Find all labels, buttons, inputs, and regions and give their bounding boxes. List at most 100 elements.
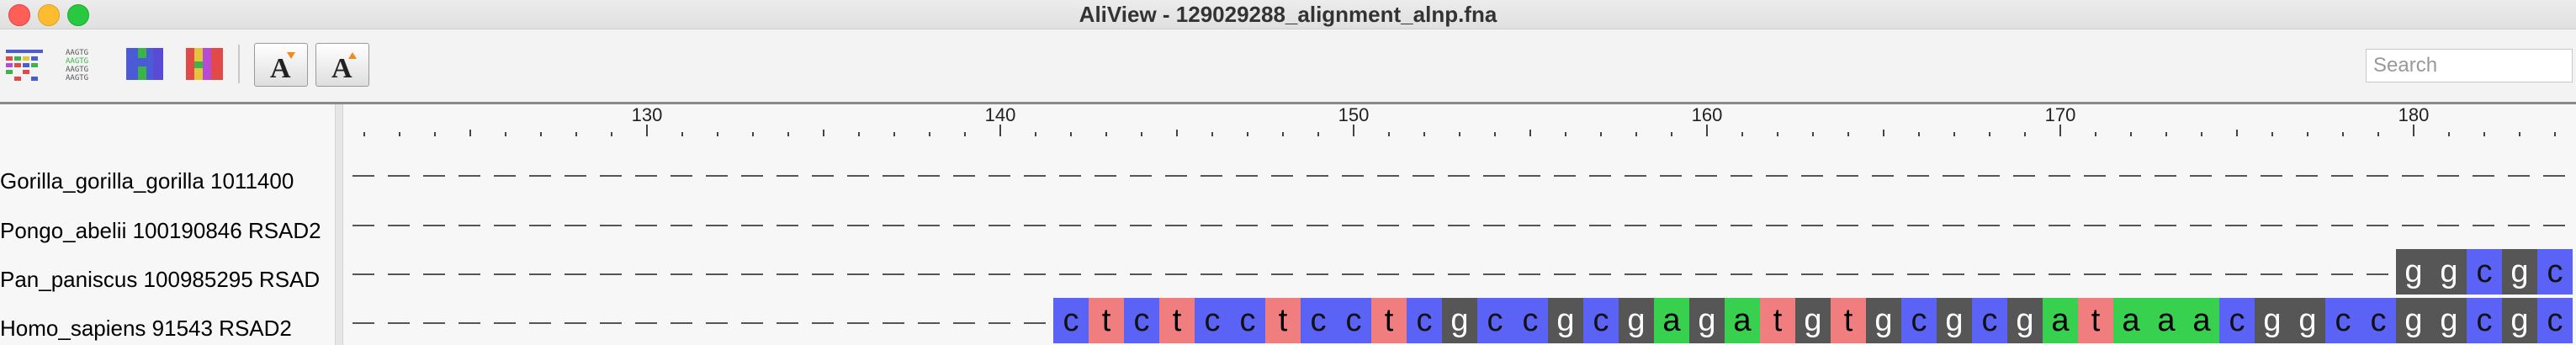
gap-dash <box>883 225 904 226</box>
residue-cell[interactable]: g <box>2290 298 2325 343</box>
residue-cell[interactable]: c <box>1336 298 1371 343</box>
residue-cell[interactable]: g <box>2431 298 2467 343</box>
ruler-tick <box>1918 132 1920 136</box>
panel-splitter[interactable] <box>335 104 343 345</box>
residue-cell[interactable]: g <box>2502 298 2537 343</box>
gap-dash <box>706 322 728 324</box>
residue-cell[interactable]: g <box>2396 298 2431 343</box>
gap-dash <box>1342 273 1364 275</box>
search-input[interactable] <box>2366 49 2573 82</box>
gap-dash <box>529 225 551 226</box>
gap-dash <box>2049 175 2070 177</box>
gap-dash <box>777 175 798 177</box>
ruler-tick <box>752 132 754 136</box>
residue-cell[interactable]: c <box>1230 298 1265 343</box>
residue-cell[interactable]: c <box>2537 249 2573 295</box>
gap-dash <box>777 225 798 226</box>
residue-cell[interactable]: c <box>2537 298 2573 343</box>
residue-cell[interactable]: g <box>1937 298 1972 343</box>
residue-cell[interactable]: c <box>1195 298 1230 343</box>
gap-dash <box>1731 175 1752 177</box>
residue-cell[interactable]: t <box>1265 298 1301 343</box>
residue-cell[interactable]: g <box>1442 298 1477 343</box>
alignment-panel[interactable]: 130 140 150 160 170 180 g g c g c c t c t c c t c c t c g c c g c g… <box>343 104 2576 345</box>
sequence-name[interactable]: Gorilla_gorilla_gorilla 1011400 <box>0 167 332 195</box>
ruler-label: 160 <box>1691 104 1723 125</box>
gap-dash <box>458 225 480 226</box>
residue-cell[interactable]: g <box>2007 298 2043 343</box>
residue-cell[interactable]: t <box>2078 298 2113 343</box>
ruler-tick <box>1035 132 1036 136</box>
residue-cell[interactable]: g <box>1548 298 1583 343</box>
gap-dash <box>2331 273 2353 275</box>
sequence-name[interactable]: Homo_sapiens 91543 RSAD2 <box>0 314 332 342</box>
residue-cell[interactable]: c <box>2219 298 2255 343</box>
gap-dash <box>1483 273 1505 275</box>
tool-translate-icon[interactable] <box>4 45 45 83</box>
tool-nucleotide-icon[interactable]: AAGTG AAGTG AAGTG AAGTG <box>64 45 104 83</box>
increase-font-button[interactable]: A <box>315 43 369 87</box>
svg-text:A: A <box>270 53 291 84</box>
gap-dash <box>812 175 834 177</box>
gap-dash <box>777 322 798 324</box>
gap-dash <box>1589 175 1611 177</box>
residue-cell[interactable]: c <box>1901 298 1937 343</box>
residue-cell[interactable]: t <box>1760 298 1795 343</box>
ruler-tick <box>823 130 824 136</box>
gap-dash <box>1978 175 2000 177</box>
residue-cell[interactable]: g <box>1619 298 1654 343</box>
ruler-tick <box>363 132 365 136</box>
ruler-label: 140 <box>984 104 1016 125</box>
residue-cell[interactable]: c <box>2361 298 2396 343</box>
residue-cell[interactable]: c <box>1301 298 1336 343</box>
gap-dash <box>989 175 1010 177</box>
residue-cell[interactable]: c <box>1513 298 1548 343</box>
residue-cell[interactable]: g <box>2502 249 2537 295</box>
residue-cell[interactable]: a <box>2043 298 2078 343</box>
gap-dash <box>918 175 940 177</box>
residue-cell[interactable]: c <box>2467 249 2502 295</box>
residue-cell[interactable]: a <box>1654 298 1689 343</box>
gap-dash <box>1589 225 1611 226</box>
residue-cell[interactable]: a <box>2113 298 2149 343</box>
residue-cell[interactable]: g <box>1795 298 1831 343</box>
gap-dash <box>2049 273 2070 275</box>
residue-cell[interactable]: c <box>2467 298 2502 343</box>
residue-cell[interactable]: c <box>1477 298 1513 343</box>
residue-cell[interactable]: c <box>1053 298 1089 343</box>
ruler-tick <box>1070 132 1072 136</box>
ruler-tick <box>2377 132 2379 136</box>
residue-cell[interactable]: g <box>1866 298 1901 343</box>
decrease-font-button[interactable]: A <box>254 43 308 87</box>
sequence-name[interactable]: Pan_paniscus 100985295 RSAD <box>0 265 332 294</box>
ruler-label: 150 <box>1338 104 1370 125</box>
residue-cell[interactable]: g <box>2431 249 2467 295</box>
residue-cell[interactable]: a <box>2149 298 2184 343</box>
gap-dash <box>2367 273 2388 275</box>
residue-cell[interactable]: c <box>1972 298 2007 343</box>
residue-cell[interactable]: c <box>1583 298 1619 343</box>
residue-cell[interactable]: t <box>1159 298 1195 343</box>
gap-dash <box>2225 225 2247 226</box>
gap-dash <box>1413 225 1434 226</box>
residue-cell[interactable]: c <box>2325 298 2361 343</box>
gap-dash <box>600 175 622 177</box>
residue-cell[interactable]: t <box>1089 298 1124 343</box>
tool-color-columns-icon[interactable] <box>184 45 225 83</box>
sequence-name[interactable]: Pongo_abelii 100190846 RSAD2 <box>0 216 332 245</box>
residue-cell[interactable]: g <box>2396 249 2431 295</box>
gap-dash <box>1660 273 1682 275</box>
residue-cell[interactable]: g <box>2255 298 2290 343</box>
residue-cell[interactable]: a <box>1725 298 1760 343</box>
residue-cell[interactable]: c <box>1407 298 1442 343</box>
tool-color-blocks-icon[interactable] <box>125 45 165 83</box>
gap-dash <box>989 225 1010 226</box>
gap-dash <box>671 273 692 275</box>
residue-cell[interactable]: a <box>2184 298 2219 343</box>
ruler-tick <box>399 132 400 136</box>
residue-cell[interactable]: t <box>1371 298 1407 343</box>
residue-cell[interactable]: t <box>1831 298 1866 343</box>
residue-cell[interactable]: g <box>1689 298 1725 343</box>
gap-dash <box>1589 273 1611 275</box>
residue-cell[interactable]: c <box>1124 298 1159 343</box>
